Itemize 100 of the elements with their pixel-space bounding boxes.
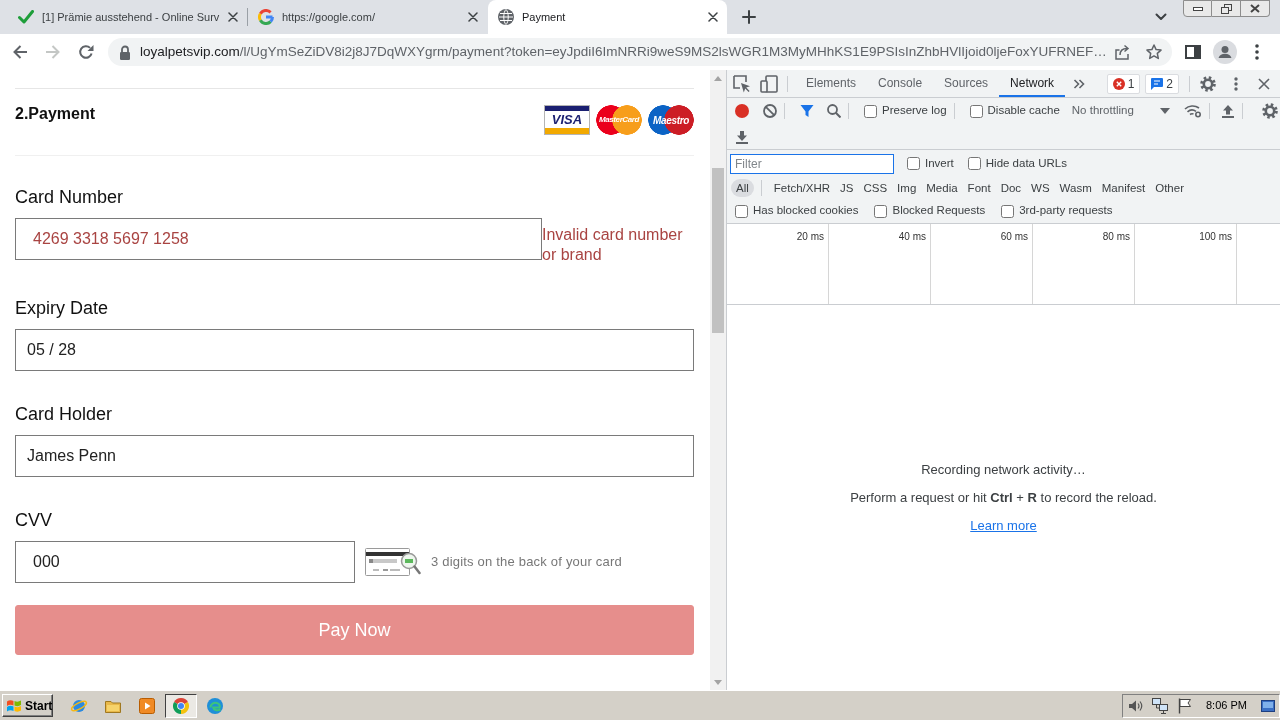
devtools-tab[interactable]: Elements (795, 70, 868, 97)
close-icon[interactable] (468, 12, 478, 22)
dropdown-arrow-icon[interactable] (1159, 108, 1170, 114)
checkbox-label: Invert (925, 155, 954, 171)
request-type-filter[interactable]: Fetch/XHR (768, 179, 836, 197)
checkbox[interactable] (1001, 204, 1015, 218)
close-window-button[interactable] (1241, 0, 1270, 17)
taskbar-button[interactable] (165, 693, 197, 718)
filter-icon[interactable] (800, 104, 814, 118)
minimize-icon[interactable] (1192, 6, 1203, 11)
flag-icon[interactable] (1178, 697, 1192, 714)
request-type-filter[interactable]: All (731, 179, 754, 197)
learn-more-link[interactable]: Learn more (970, 517, 1037, 534)
request-type-filter[interactable]: WS (1026, 179, 1055, 197)
clock-text: 8:06 PM (1206, 698, 1247, 714)
tick-label: 100 ms (1199, 231, 1232, 242)
message-counter[interactable]: 2 (1145, 73, 1179, 94)
close-icon[interactable] (228, 12, 238, 22)
minimize-button[interactable] (1183, 0, 1212, 17)
upload-icon[interactable] (1220, 104, 1235, 118)
request-type-filter[interactable]: CSS (858, 179, 893, 197)
browser-tab[interactable]: [1] Prämie ausstehend - Online Surv (8, 0, 247, 34)
inspect-element-icon[interactable] (733, 74, 751, 93)
filter-field[interactable]: Filter (730, 153, 894, 174)
more-menu-icon[interactable] (1255, 44, 1259, 60)
settings-icon[interactable] (1200, 75, 1216, 92)
request-type-filter[interactable]: Img (892, 179, 922, 197)
checkbox[interactable] (874, 204, 888, 218)
browser-tab[interactable]: Payment (488, 0, 727, 34)
request-type-filter[interactable]: Font (962, 179, 996, 197)
hint-text: 3 digits on the back of your card (431, 553, 622, 572)
field-label: Card Number (15, 186, 125, 209)
folder-icon (105, 698, 121, 713)
scrollbar-thumb[interactable] (712, 168, 724, 333)
avatar-icon[interactable] (1213, 40, 1237, 64)
checkbox-label: Hide data URLs (985, 155, 1067, 171)
empty-state-hint: Perform a request or hit Ctrl + R to record the reload. (850, 489, 1157, 506)
chevron-down-icon[interactable] (1155, 13, 1167, 21)
message-icon (1151, 77, 1164, 90)
lock-icon[interactable] (119, 44, 131, 60)
more-menu-icon[interactable] (1234, 76, 1238, 91)
checkbox-label: Disable cache (987, 103, 1060, 119)
scrollbar-track[interactable] (710, 70, 726, 690)
network-conditions-icon[interactable] (1183, 104, 1202, 118)
card-back-icon (365, 546, 421, 578)
star-icon[interactable] (1146, 44, 1162, 60)
four-color-flag-icon (6, 698, 22, 713)
tick-label: 20 ms (796, 231, 824, 242)
checkbox[interactable] (969, 104, 983, 118)
double-chevron-icon[interactable] (1073, 78, 1086, 89)
clear-icon[interactable] (763, 104, 777, 118)
field-label: Expiry Date (15, 297, 110, 320)
ringed-globe-icon (70, 697, 88, 714)
request-type-filter[interactable]: Manifest (1096, 179, 1151, 197)
request-type-filter[interactable]: Other (1150, 179, 1189, 197)
request-type-filter[interactable]: Media (921, 179, 963, 197)
devtools-tab[interactable]: Sources (933, 70, 1000, 97)
speaker-icon[interactable] (1128, 698, 1144, 713)
input-field[interactable]: James Penn (15, 435, 694, 477)
share-icon[interactable] (1114, 44, 1130, 60)
checkbox[interactable] (967, 157, 981, 170)
input-field[interactable]: 000 (15, 541, 355, 583)
input-field[interactable]: 4269 3318 5697 1258 (15, 218, 542, 260)
plus-icon[interactable] (742, 10, 756, 24)
swirl-icon (207, 697, 223, 714)
search-icon[interactable] (827, 104, 841, 118)
checkbox[interactable] (735, 204, 748, 218)
close-icon[interactable] (708, 12, 718, 22)
reload-icon[interactable] (78, 44, 94, 60)
close-icon[interactable] (1258, 77, 1270, 90)
download-icon[interactable] (735, 129, 749, 144)
request-type-filter[interactable]: JS (835, 179, 859, 197)
start-button[interactable]: Start (2, 694, 53, 717)
devtools-tab[interactable]: Console (867, 70, 934, 97)
error-counter[interactable]: 1 (1106, 73, 1141, 94)
throttling-dropdown[interactable]: No throttling (1071, 102, 1170, 120)
restore-icon[interactable] (1220, 3, 1232, 14)
settings-icon[interactable] (1261, 103, 1278, 119)
record-icon[interactable] (735, 104, 749, 118)
network-icon[interactable] (1152, 697, 1168, 714)
tick-label: 80 ms (1102, 231, 1130, 242)
back-arrow-icon[interactable] (12, 44, 28, 60)
device-toolbar-icon[interactable] (760, 74, 778, 93)
input-field[interactable]: 05 / 28 (15, 329, 694, 371)
address-bar[interactable]: loyalpetsvip.com/l/UgYmSeZiDV8i2j8J7DqWXYgrm/payment?token=eyJpdiI6ImNRRi9weS9MS2lsWGR1M3MyMHhKS1E9PSIsInZhbHVlIjoid0ljeFoxYUFRNEF… (108, 38, 1172, 66)
browser-tab[interactable]: https://google.com/ (248, 0, 487, 34)
side-panel-icon[interactable] (1185, 45, 1201, 59)
field-label: CVV (15, 509, 53, 532)
show-desktop-icon[interactable] (1260, 699, 1275, 712)
checkbox-label: Has blocked cookies (753, 203, 859, 219)
restore-button[interactable] (1212, 0, 1241, 17)
g-logo-icon (258, 9, 274, 25)
request-type-filter[interactable]: Wasm (1054, 179, 1097, 197)
section-title: 2.Payment (15, 104, 96, 124)
checkbox-label: 3rd-party requests (1019, 203, 1113, 219)
checkbox[interactable] (907, 157, 920, 170)
request-type-filter[interactable]: Doc (995, 179, 1027, 197)
checkbox[interactable] (864, 104, 877, 118)
close-icon[interactable] (1250, 4, 1260, 13)
tick-label: 40 ms (898, 231, 926, 242)
